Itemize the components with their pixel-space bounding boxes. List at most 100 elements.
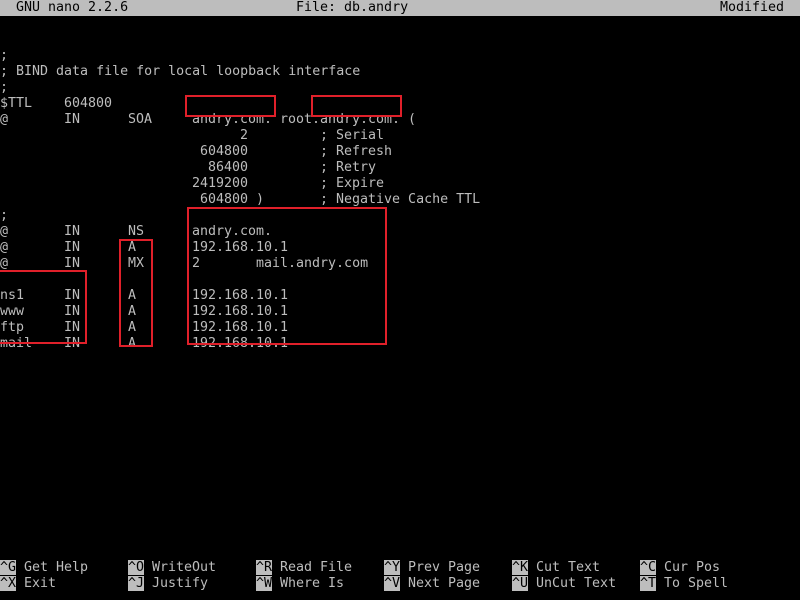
shortcut-exit[interactable]: ^X Exit: [0, 576, 56, 592]
file-name: File: db.andry: [296, 0, 409, 15]
text-line: ;: [0, 208, 800, 224]
shortcut-justify[interactable]: ^J Justify: [128, 576, 208, 592]
record-type: A: [128, 240, 137, 255]
record-type: MX: [128, 256, 145, 271]
text-line: ; BIND data file for local loopback inte…: [0, 64, 800, 80]
record-class: IN: [64, 240, 81, 255]
shortcut-label: Next Page: [408, 576, 481, 591]
soa-field-comment: ; Negative Cache TTL: [320, 192, 481, 207]
shortcut-label: UnCut Text: [536, 576, 617, 591]
record-line: mail IN A 192.168.10.1: [0, 336, 800, 352]
record-class: IN: [64, 112, 81, 127]
soa-field-value: 2419200: [192, 176, 249, 191]
shortcut-get-help[interactable]: ^G Get Help: [0, 560, 88, 576]
shortcut-key: ^W: [256, 576, 273, 591]
record-class: IN: [64, 304, 81, 319]
ttl-line: $TTL 604800: [0, 96, 800, 112]
shortcut-prev-page[interactable]: ^Y Prev Page: [384, 560, 480, 576]
record-line: @ IN NS andry.com.: [0, 224, 800, 240]
soa-rname-domain: .andry.com.: [312, 112, 401, 127]
record-line: www IN A 192.168.10.1: [0, 304, 800, 320]
record-data: 192.168.10.1: [192, 336, 289, 351]
app-version: GNU nano 2.2.6: [16, 0, 129, 15]
shortcut-next-page[interactable]: ^V Next Page: [384, 576, 480, 592]
record-data: 192.168.10.1: [192, 320, 289, 335]
soa-field-comment: ; Retry: [320, 160, 377, 175]
soa-mname: andry.com.: [192, 112, 273, 127]
shortcut-label: WriteOut: [152, 560, 217, 575]
shortcut-key: ^V: [384, 576, 401, 591]
record-class: IN: [64, 320, 81, 335]
record-name: www: [0, 304, 25, 319]
soa-rname-prefix: root: [280, 112, 313, 127]
comment-line: ;: [0, 208, 9, 223]
shortcut-key: ^K: [512, 560, 529, 575]
shortcut-label: Where Is: [280, 576, 345, 591]
soa-field-comment: ; Refresh: [320, 144, 393, 159]
modified-status: Modified: [720, 0, 785, 15]
record-line: @ IN MX 2 mail.andry.com: [0, 256, 800, 272]
record-name: @: [0, 256, 9, 271]
shortcut-label: Exit: [24, 576, 57, 591]
shortcut-label: Read File: [280, 560, 353, 575]
comment-line: ;: [0, 80, 9, 95]
soa-field-line: 2 ; Serial: [0, 128, 800, 144]
record-name: ns1: [0, 288, 25, 303]
shortcut-key: ^X: [0, 576, 17, 591]
shortcut-label: Prev Page: [408, 560, 481, 575]
shortcut-cut-text[interactable]: ^K Cut Text: [512, 560, 600, 576]
shortcut-key: ^T: [640, 576, 657, 591]
record-data: 192.168.10.1: [192, 288, 289, 303]
soa-field-value: 2: [240, 128, 249, 143]
shortcut-key: ^Y: [384, 560, 401, 575]
shortcut-label: To Spell: [664, 576, 729, 591]
record-type: A: [128, 304, 137, 319]
soa-field-comment: ; Serial: [320, 128, 385, 143]
shortcut-key: ^U: [512, 576, 529, 591]
soa-field-line: 604800 ) ; Negative Cache TTL: [0, 192, 800, 208]
record-type: SOA: [128, 112, 153, 127]
soa-field-value: 604800: [200, 144, 249, 159]
text-line: ;: [0, 80, 800, 96]
soa-field-value: 604800 ): [200, 192, 265, 207]
comment-line: ; BIND data file for local loopback inte…: [0, 64, 361, 79]
soa-field-value: 86400: [208, 160, 249, 175]
record-name: ftp: [0, 320, 25, 335]
record-name: @: [0, 224, 9, 239]
comment-line: ;: [0, 48, 9, 63]
record-data: andry.com.: [192, 224, 273, 239]
shortcut-key: ^J: [128, 576, 145, 591]
editor-area[interactable]: ; ; BIND data file for local loopback in…: [0, 32, 800, 352]
record-name: mail: [0, 336, 33, 351]
record-type: NS: [128, 224, 145, 239]
mx-preference: 2: [192, 256, 201, 271]
text-line: ;: [0, 48, 800, 64]
shortcut-to-spell[interactable]: ^T To Spell: [640, 576, 728, 592]
shortcut-key: ^R: [256, 560, 273, 575]
shortcut-uncut-text[interactable]: ^U UnCut Text: [512, 576, 616, 592]
record-data: 192.168.10.1: [192, 304, 289, 319]
text-line: [0, 32, 800, 48]
shortcut-where-is[interactable]: ^W Where Is: [256, 576, 344, 592]
shortcut-writeout[interactable]: ^O WriteOut: [128, 560, 216, 576]
shortcut-label: Justify: [152, 576, 209, 591]
soa-field-line: 604800 ; Refresh: [0, 144, 800, 160]
record-line: ns1 IN A 192.168.10.1: [0, 288, 800, 304]
soa-open-paren: (: [408, 112, 417, 127]
soa-field-line: 2419200 ; Expire: [0, 176, 800, 192]
soa-field-line: 86400 ; Retry: [0, 160, 800, 176]
record-class: IN: [64, 336, 81, 351]
nano-title-bar: GNU nano 2.2.6 File: db.andry Modified: [0, 0, 800, 16]
record-type: A: [128, 320, 137, 335]
record-type: A: [128, 336, 137, 351]
soa-field-comment: ; Expire: [320, 176, 385, 191]
shortcut-label: Cut Text: [536, 560, 601, 575]
shortcut-cur-pos[interactable]: ^C Cur Pos: [640, 560, 720, 576]
shortcut-key: ^C: [640, 560, 657, 575]
shortcut-read-file[interactable]: ^R Read File: [256, 560, 352, 576]
record-class: IN: [64, 288, 81, 303]
shortcut-key: ^G: [0, 560, 17, 575]
shortcut-bar: ^G Get Help ^X Exit ^O WriteOut ^J Justify ^…: [0, 560, 800, 592]
record-line: ftp IN A 192.168.10.1: [0, 320, 800, 336]
record-name: @: [0, 240, 9, 255]
